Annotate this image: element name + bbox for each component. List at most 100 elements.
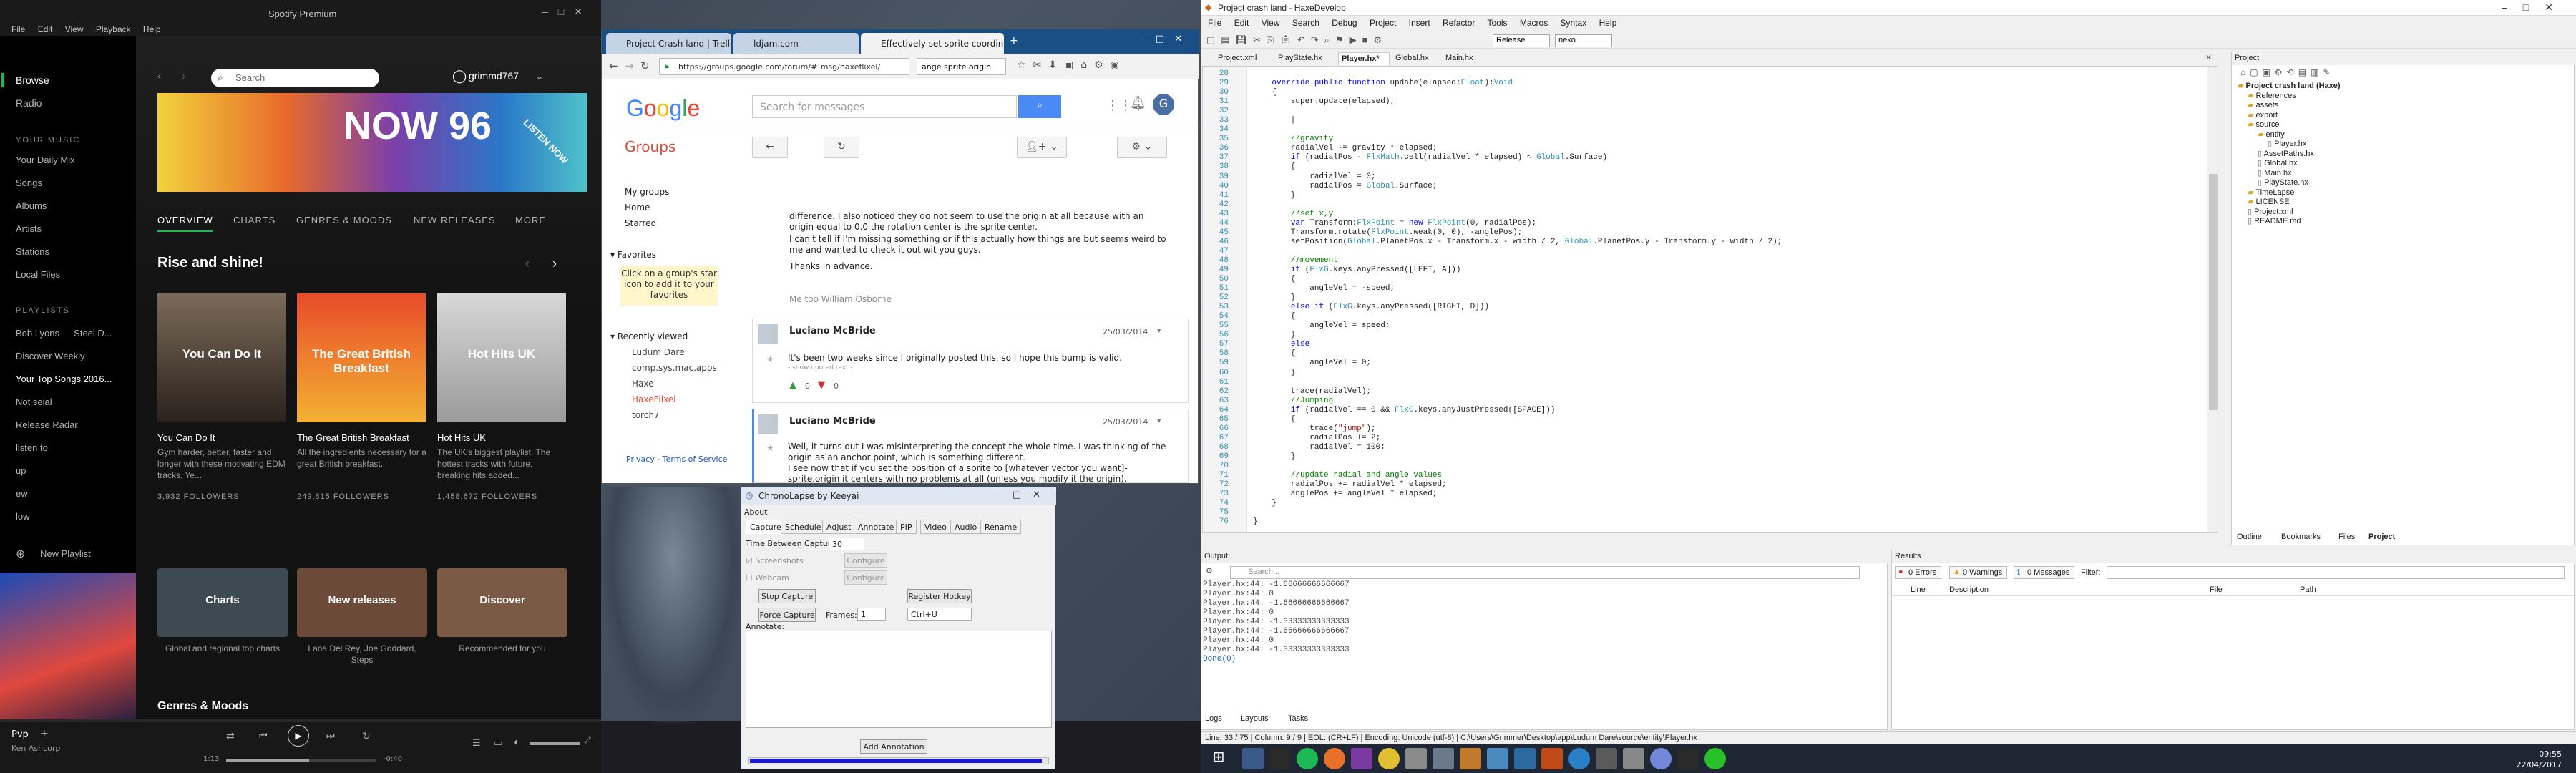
genre-card[interactable]: Discover xyxy=(437,568,567,637)
panel-tab-project[interactable]: Project xyxy=(2368,533,2395,541)
firefox-icon[interactable] xyxy=(1324,748,1345,769)
show-quoted-link[interactable]: - show quoted text - xyxy=(788,363,1167,374)
code-line[interactable]: //update radial and angle values xyxy=(1253,471,1782,480)
card-title[interactable]: The Great British Breakfast xyxy=(297,432,409,443)
tree-item[interactable]: ▰ Project crash land (Haxe) xyxy=(2238,81,2341,90)
hotkey-input[interactable]: Ctrl+U xyxy=(907,608,972,621)
menu-file[interactable]: File xyxy=(11,24,25,34)
tree-item[interactable]: ▯ Player.hx xyxy=(2268,139,2306,148)
code-line[interactable]: } xyxy=(1253,331,1782,340)
target-select[interactable]: neko xyxy=(1555,34,1612,47)
build-config-select[interactable]: Release xyxy=(1493,34,1550,47)
playlist-card[interactable]: Hot Hits UK xyxy=(437,293,566,422)
play-button[interactable]: ▶ xyxy=(288,725,309,747)
code-text[interactable]: override public function update(elapsed:… xyxy=(1253,69,1782,527)
code-line[interactable]: { xyxy=(1253,88,1782,97)
find-input[interactable]: ange sprite origin xyxy=(917,58,1006,75)
google-logo[interactable]: Google xyxy=(626,95,700,122)
tree-item[interactable]: ▯ README.md xyxy=(2248,216,2301,225)
code-line[interactable]: setPosition(Global.PlanetPos.x - Transfo… xyxy=(1253,238,1782,247)
app-taskbar-icon[interactable] xyxy=(1487,748,1508,769)
recent-item[interactable]: HaxeFlixel xyxy=(632,394,676,404)
code-line[interactable]: } xyxy=(1253,369,1782,378)
bottom-tab-layouts[interactable]: Layouts xyxy=(1241,714,1269,723)
tree-item[interactable]: ▯ Global.hx xyxy=(2258,158,2298,167)
app-taskbar-icon[interactable] xyxy=(1514,748,1536,769)
app-taskbar-icon[interactable] xyxy=(1351,748,1372,769)
column-path[interactable]: Path xyxy=(2300,585,2316,594)
nav-daily-mix[interactable]: Your Daily Mix xyxy=(16,155,75,165)
output-options-icon[interactable]: ⚙ xyxy=(1206,566,1213,575)
repeat-icon[interactable]: ↻ xyxy=(362,731,371,742)
menu-tools[interactable]: Tools xyxy=(1488,18,1508,28)
menu-search[interactable]: Search xyxy=(1292,18,1319,28)
code-line[interactable] xyxy=(1253,69,1782,79)
recent-item[interactable]: comp.sys.mac.apps xyxy=(632,363,717,373)
panel-tab-bookmarks[interactable]: Bookmarks xyxy=(2281,533,2321,541)
tab-trello[interactable]: Project Crash land | Trello xyxy=(606,33,731,54)
output-search-input[interactable]: Search... xyxy=(1230,566,1860,579)
file-tab[interactable]: Main.hx xyxy=(1443,52,1485,65)
code-line[interactable]: var Transform:FlxPoint = new FlxPoint(0,… xyxy=(1253,219,1782,228)
menu-view[interactable]: View xyxy=(65,24,84,34)
nav-browse[interactable]: Browse xyxy=(16,74,49,86)
playlist-item[interactable]: low xyxy=(16,511,30,522)
forward-arrow-icon[interactable]: › xyxy=(182,70,185,83)
time-between-input[interactable]: 30 xyxy=(829,538,864,550)
tab-ldjam[interactable]: ldjam.com xyxy=(733,33,859,54)
code-line[interactable]: { xyxy=(1253,312,1782,321)
code-line[interactable]: //Jumping xyxy=(1253,397,1782,406)
refresh-button[interactable]: ↻ xyxy=(824,137,859,158)
post-menu-icon[interactable]: ▾ xyxy=(1157,416,1161,425)
add-user-button[interactable]: 👤︎+ ⌄ xyxy=(1017,137,1067,158)
menu-edit[interactable]: Edit xyxy=(1234,18,1249,28)
code-line[interactable]: { xyxy=(1253,275,1782,284)
configure-webcam-button[interactable]: Configure xyxy=(844,570,887,585)
playlist-item[interactable]: ew xyxy=(16,488,28,499)
group-search-input[interactable]: Search for messages xyxy=(752,95,1017,118)
stop-capture-button[interactable]: Stop Capture xyxy=(758,589,816,603)
menu-view[interactable]: View xyxy=(1262,18,1280,28)
editor-scroll-thumb[interactable] xyxy=(2209,174,2218,410)
app-taskbar-icon[interactable] xyxy=(1677,748,1699,769)
window-controls-icon[interactable]: –□✕ xyxy=(542,6,592,18)
extension-icons[interactable]: ☆✉⬇▣⌂⚙◉ xyxy=(1017,59,1126,71)
search-input[interactable]: Search xyxy=(211,69,379,87)
file-tab[interactable]: Global.hx xyxy=(1392,52,1440,65)
queue-icon[interactable]: ☰ xyxy=(472,738,481,749)
nav-home[interactable]: Home xyxy=(625,203,650,213)
code-line[interactable]: angleVel = 0; xyxy=(1253,359,1782,368)
bottom-tab-logs[interactable]: Logs xyxy=(1205,714,1222,723)
playlist-item[interactable]: Release Radar xyxy=(16,419,78,430)
code-line[interactable]: //set x,y xyxy=(1253,210,1782,219)
code-line[interactable]: super.update(elapsed); xyxy=(1253,97,1782,107)
app-taskbar-icon[interactable] xyxy=(1596,748,1617,769)
chronolapse-taskbar-icon[interactable] xyxy=(1568,748,1590,769)
address-bar[interactable]: https://groups.google.com/forum/#!msg/ha… xyxy=(659,58,909,75)
shuffle-icon[interactable]: ⇄ xyxy=(226,731,235,742)
menu-about[interactable]: About xyxy=(744,507,768,517)
settings-button[interactable]: ⚙ ⌄ xyxy=(1117,137,1167,158)
code-line[interactable] xyxy=(1253,378,1782,387)
window-controls-icon[interactable]: –□✕ xyxy=(1141,34,1192,44)
recent-item[interactable]: Haxe xyxy=(632,379,654,389)
star-icon[interactable]: ★ xyxy=(766,354,774,364)
tree-item[interactable]: ▯ Project.xml xyxy=(2248,207,2293,216)
code-line[interactable]: //movement xyxy=(1253,256,1782,266)
code-line[interactable] xyxy=(1253,462,1782,471)
post-author[interactable]: Luciano McBride xyxy=(789,416,876,427)
menu-help[interactable]: Help xyxy=(143,24,161,34)
app-taskbar-icon[interactable] xyxy=(1433,748,1454,769)
column-file[interactable]: File xyxy=(2210,585,2223,594)
user-avatar-icon[interactable]: ◯ xyxy=(452,69,467,84)
code-line[interactable]: anglePos += angleVel * elapsed; xyxy=(1253,490,1782,499)
tab-rename[interactable]: Rename xyxy=(980,520,1022,534)
code-line[interactable]: if (radialPos - FlxMath.cell(radialVel *… xyxy=(1253,153,1782,162)
code-line[interactable]: angleVel = speed; xyxy=(1253,321,1782,331)
tree-item[interactable]: ▰ References xyxy=(2248,91,2296,100)
menu-edit[interactable]: Edit xyxy=(38,24,53,34)
register-hotkey-button[interactable]: Register Hotkey xyxy=(907,589,972,603)
chevron-down-icon[interactable]: ⌄ xyxy=(535,70,544,82)
tree-item[interactable]: ▰ source xyxy=(2248,120,2280,129)
tab-annotate[interactable]: Annotate xyxy=(854,520,899,534)
